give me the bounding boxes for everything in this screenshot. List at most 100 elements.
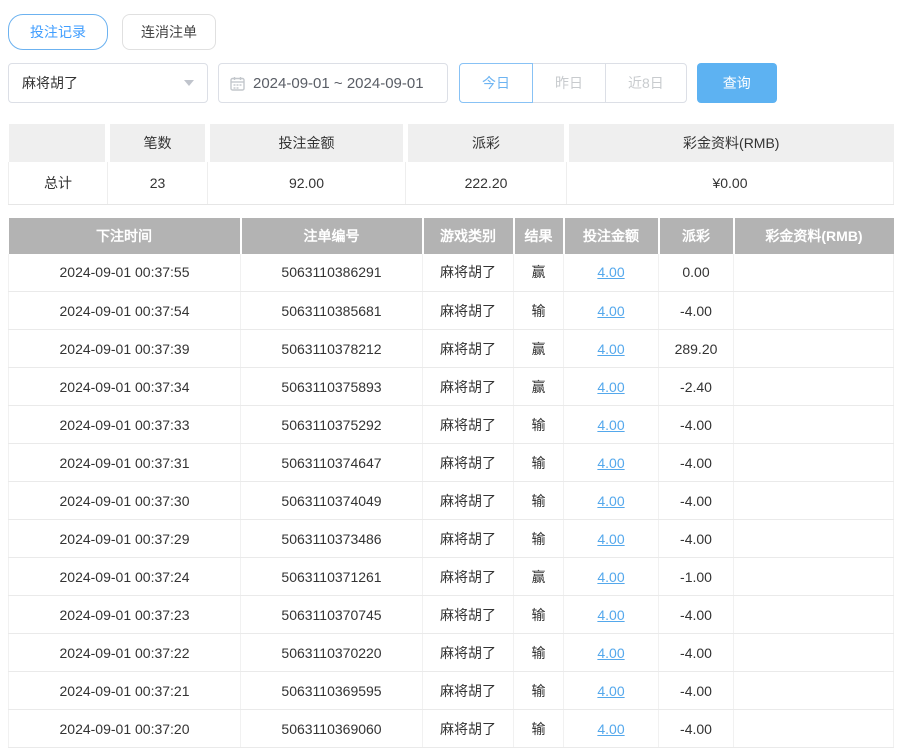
date-range-input[interactable]: 2024-09-01 ~ 2024-09-01 — [218, 63, 448, 103]
bonus-cell — [733, 671, 894, 710]
bet-amount-link[interactable]: 4.00 — [597, 379, 624, 395]
summary-header-empty — [8, 124, 110, 162]
summary-header-bonus: 彩金资料(RMB) — [566, 124, 894, 162]
order-number-cell: 5063110374647 — [240, 443, 423, 482]
tab-betting-records[interactable]: 投注记录 — [8, 14, 108, 50]
table-row: 2024-09-01 00:37:31 5063110374647 麻将胡了 输… — [8, 443, 894, 482]
bet-amount-link[interactable]: 4.00 — [597, 607, 624, 623]
payout-cell: -4.00 — [658, 709, 734, 748]
last-8-days-button[interactable]: 近8日 — [605, 63, 687, 103]
payout-cell: -4.00 — [658, 519, 734, 558]
bet-amount-link[interactable]: 4.00 — [597, 721, 624, 737]
result-cell: 输 — [513, 481, 564, 520]
order-number-cell: 5063110370220 — [240, 633, 423, 672]
bet-time-cell: 2024-09-01 00:37:34 — [8, 367, 241, 406]
records-header-row: 下注时间 注单编号 游戏类别 结果 投注金额 派彩 彩金资料(RMB) — [8, 217, 894, 254]
bet-amount-link[interactable]: 4.00 — [597, 417, 624, 433]
header-result: 结果 — [513, 217, 565, 254]
search-button[interactable]: 查询 — [696, 63, 777, 103]
payout-cell: 289.20 — [658, 329, 734, 368]
tab-betting-records-label: 投注记录 — [30, 24, 86, 40]
table-row: 2024-09-01 00:37:30 5063110374049 麻将胡了 输… — [8, 481, 894, 520]
bet-amount-link[interactable]: 4.00 — [597, 683, 624, 699]
table-row: 2024-09-01 00:37:23 5063110370745 麻将胡了 输… — [8, 595, 894, 634]
records-table: 下注时间 注单编号 游戏类别 结果 投注金额 派彩 彩金资料(RMB) 2024… — [8, 217, 894, 748]
table-row: 2024-09-01 00:37:33 5063110375292 麻将胡了 输… — [8, 405, 894, 444]
betting-records-page: 投注记录 连消注单 麻将胡了 2024-09-01 ~ 2024-09-01 今… — [0, 0, 902, 748]
bet-amount-link[interactable]: 4.00 — [597, 264, 624, 280]
summary-total-bet: 92.00 — [207, 162, 406, 205]
header-bet-amount: 投注金额 — [563, 217, 660, 254]
table-row: 2024-09-01 00:37:20 5063110369060 麻将胡了 输… — [8, 709, 894, 748]
bet-time-cell: 2024-09-01 00:37:39 — [8, 329, 241, 368]
today-button[interactable]: 今日 — [459, 63, 533, 103]
table-row: 2024-09-01 00:37:29 5063110373486 麻将胡了 输… — [8, 519, 894, 558]
bet-amount-cell: 4.00 — [563, 481, 659, 520]
order-number-cell: 5063110369595 — [240, 671, 423, 710]
order-number-cell: 5063110373486 — [240, 519, 423, 558]
bet-amount-link[interactable]: 4.00 — [597, 645, 624, 661]
order-number-cell: 5063110378212 — [240, 329, 423, 368]
bet-amount-cell: 4.00 — [563, 367, 659, 406]
calendar-icon — [230, 76, 245, 91]
game-type-cell: 麻将胡了 — [422, 291, 514, 330]
game-type-cell: 麻将胡了 — [422, 709, 514, 748]
summary-table: 笔数 投注金额 派彩 彩金资料(RMB) 总计 23 92.00 222.20 … — [8, 124, 894, 205]
bet-amount-cell: 4.00 — [563, 291, 659, 330]
bonus-cell — [733, 367, 894, 406]
summary-total-bonus: ¥0.00 — [566, 162, 894, 205]
table-row: 2024-09-01 00:37:21 5063110369595 麻将胡了 输… — [8, 671, 894, 710]
payout-cell: -4.00 — [658, 405, 734, 444]
payout-cell: 0.00 — [658, 253, 734, 292]
order-number-cell: 5063110369060 — [240, 709, 423, 748]
payout-cell: -1.00 — [658, 557, 734, 596]
game-type-cell: 麻将胡了 — [422, 329, 514, 368]
bet-time-cell: 2024-09-01 00:37:33 — [8, 405, 241, 444]
bonus-cell — [733, 329, 894, 368]
bet-amount-link[interactable]: 4.00 — [597, 341, 624, 357]
bet-time-cell: 2024-09-01 00:37:21 — [8, 671, 241, 710]
header-payout: 派彩 — [658, 217, 735, 254]
result-cell: 输 — [513, 443, 564, 482]
game-select-value: 麻将胡了 — [22, 75, 78, 91]
bet-amount-link[interactable]: 4.00 — [597, 493, 624, 509]
result-cell: 赢 — [513, 557, 564, 596]
bet-amount-cell: 4.00 — [563, 671, 659, 710]
summary-total-payout: 222.20 — [405, 162, 567, 205]
bonus-cell — [733, 405, 894, 444]
payout-cell: -4.00 — [658, 633, 734, 672]
bonus-cell — [733, 253, 894, 292]
bonus-cell — [733, 481, 894, 520]
bet-time-cell: 2024-09-01 00:37:30 — [8, 481, 241, 520]
game-type-cell: 麻将胡了 — [422, 481, 514, 520]
result-cell: 输 — [513, 291, 564, 330]
bet-amount-link[interactable]: 4.00 — [597, 531, 624, 547]
result-cell: 输 — [513, 405, 564, 444]
summary-header-row: 笔数 投注金额 派彩 彩金资料(RMB) — [8, 124, 894, 162]
bet-amount-cell: 4.00 — [563, 443, 659, 482]
game-type-cell: 麻将胡了 — [422, 253, 514, 292]
payout-cell: -4.00 — [658, 291, 734, 330]
bonus-cell — [733, 557, 894, 596]
bet-time-cell: 2024-09-01 00:37:22 — [8, 633, 241, 672]
order-number-cell: 5063110386291 — [240, 253, 423, 292]
bet-time-cell: 2024-09-01 00:37:55 — [8, 253, 241, 292]
yesterday-button[interactable]: 昨日 — [532, 63, 606, 103]
result-cell: 输 — [513, 633, 564, 672]
game-type-cell: 麻将胡了 — [422, 443, 514, 482]
order-number-cell: 5063110385681 — [240, 291, 423, 330]
bet-amount-link[interactable]: 4.00 — [597, 455, 624, 471]
game-select[interactable]: 麻将胡了 — [8, 63, 208, 103]
tab-cancelled-orders[interactable]: 连消注单 — [122, 14, 216, 50]
order-number-cell: 5063110370745 — [240, 595, 423, 634]
bet-amount-link[interactable]: 4.00 — [597, 303, 624, 319]
bet-amount-cell: 4.00 — [563, 329, 659, 368]
table-row: 2024-09-01 00:37:55 5063110386291 麻将胡了 赢… — [8, 253, 894, 292]
payout-cell: -4.00 — [658, 443, 734, 482]
bet-amount-link[interactable]: 4.00 — [597, 569, 624, 585]
order-number-cell: 5063110371261 — [240, 557, 423, 596]
header-order-number: 注单编号 — [240, 217, 424, 254]
bonus-cell — [733, 519, 894, 558]
summary-total-row: 总计 23 92.00 222.20 ¥0.00 — [8, 162, 894, 205]
table-row: 2024-09-01 00:37:54 5063110385681 麻将胡了 输… — [8, 291, 894, 330]
